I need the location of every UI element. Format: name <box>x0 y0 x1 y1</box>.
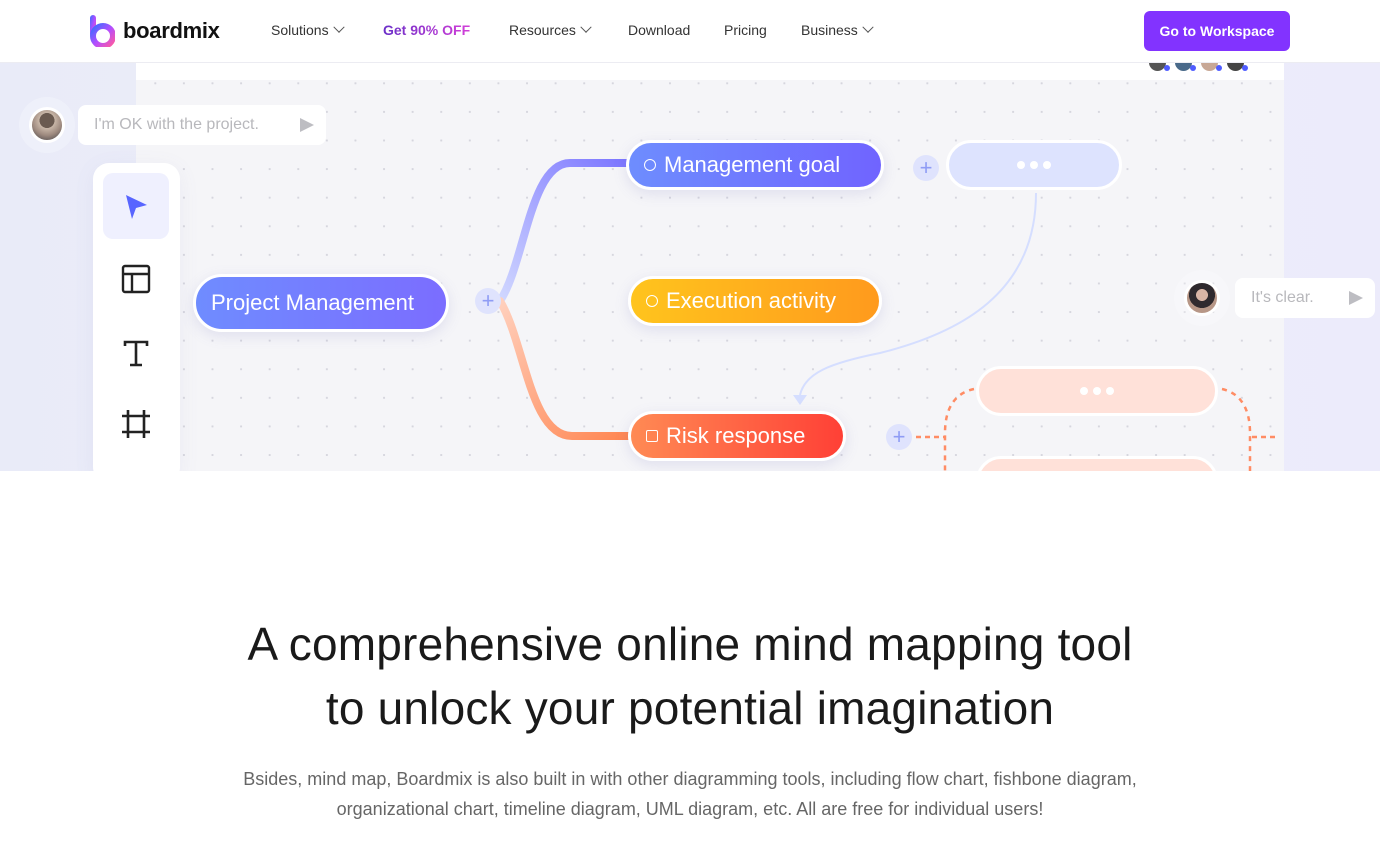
boardmix-logo-icon <box>90 15 115 47</box>
tool-layout[interactable] <box>103 246 169 312</box>
send-icon <box>300 118 314 132</box>
mindmap-node-risk-response[interactable]: Risk response <box>628 411 846 461</box>
node-label: Risk response <box>666 423 806 448</box>
placeholder-node[interactable] <box>946 140 1122 190</box>
text-icon <box>123 340 149 367</box>
collaborator-avatars <box>1149 63 1248 71</box>
nav-pricing-label: Pricing <box>724 22 767 38</box>
nav-pricing[interactable]: Pricing <box>724 22 767 38</box>
brand-name: boardmix <box>123 18 220 43</box>
section-headline: A comprehensive online mind mapping tool… <box>0 612 1380 740</box>
headline-line-1: A comprehensive online mind mapping tool <box>247 618 1133 670</box>
avatar <box>1175 63 1196 71</box>
avatar <box>29 107 65 143</box>
settings-icon <box>644 159 656 171</box>
add-child-goal-icon[interactable]: + <box>913 155 939 181</box>
chat-text: I'm OK with the project. <box>94 116 259 133</box>
brand-logo[interactable]: boardmix <box>89 15 220 47</box>
canvas-toolbar <box>93 163 180 471</box>
avatar <box>1227 63 1248 71</box>
chat-bubble: I'm OK with the project. <box>78 105 326 145</box>
nav-solutions[interactable]: Solutions <box>271 21 345 38</box>
more-dots-icon <box>1017 161 1025 169</box>
go-to-workspace-button[interactable]: Go to Workspace <box>1144 11 1290 51</box>
headline-line-2: to unlock your potential imagination <box>325 682 1055 734</box>
tool-select[interactable] <box>103 173 169 239</box>
send-icon <box>1349 291 1363 305</box>
chat-bubble: It's clear. <box>1235 278 1375 318</box>
node-label: Execution activity <box>666 288 836 313</box>
avatar <box>1149 63 1170 71</box>
layout-icon <box>121 264 151 294</box>
nav-promo-link[interactable]: Get 90% OFF <box>383 22 470 38</box>
placeholder-node[interactable] <box>976 366 1218 416</box>
node-label: Management goal <box>664 152 841 177</box>
chevron-down-icon <box>580 21 592 33</box>
nav-solutions-label: Solutions <box>271 22 329 38</box>
tool-text[interactable] <box>103 320 169 386</box>
dot <box>1106 387 1114 395</box>
nav-promo-label: Get 90% OFF <box>383 22 471 38</box>
mindmap-root-node[interactable]: Project Management <box>193 274 449 332</box>
chat-message-right: It's clear. <box>1184 278 1375 318</box>
mindmap-node-management-goal[interactable]: Management goal <box>626 140 884 190</box>
hero-illustration: + + + Project Management Management goal… <box>0 63 1380 471</box>
dot <box>1030 161 1038 169</box>
chevron-down-icon <box>862 21 874 33</box>
nav-business-label: Business <box>801 22 858 38</box>
chevron-down-icon <box>332 21 345 33</box>
avatar <box>1184 280 1220 316</box>
avatar <box>1201 63 1222 71</box>
target-icon <box>646 295 658 307</box>
expand-root-icon[interactable]: + <box>475 288 501 314</box>
top-navbar: boardmix Solutions Get 90% OFF Resources… <box>0 0 1380 63</box>
cursor-icon <box>126 195 147 219</box>
nav-resources-label: Resources <box>509 22 576 38</box>
nav-resources[interactable]: Resources <box>509 21 592 38</box>
canvas-topbar <box>136 63 1284 80</box>
add-child-risk-icon[interactable]: + <box>886 424 912 450</box>
nav-business[interactable]: Business <box>801 21 874 38</box>
root-node-label: Project Management <box>211 290 414 315</box>
dot <box>1093 387 1101 395</box>
nav-download[interactable]: Download <box>628 22 690 38</box>
more-dots-icon <box>1080 387 1088 395</box>
chat-text: It's clear. <box>1251 289 1314 306</box>
dot <box>1043 161 1051 169</box>
mindmap-node-execution-activity[interactable]: Execution activity <box>628 276 882 326</box>
nav-download-label: Download <box>628 22 691 38</box>
edit-icon <box>646 430 658 442</box>
section-description: Bsides, mind map, Boardmix is also built… <box>243 769 1137 819</box>
frame-icon <box>122 410 150 438</box>
chat-message-left: I'm OK with the project. <box>29 105 326 145</box>
placeholder-node[interactable] <box>976 456 1218 471</box>
tool-frame[interactable] <box>103 391 169 457</box>
